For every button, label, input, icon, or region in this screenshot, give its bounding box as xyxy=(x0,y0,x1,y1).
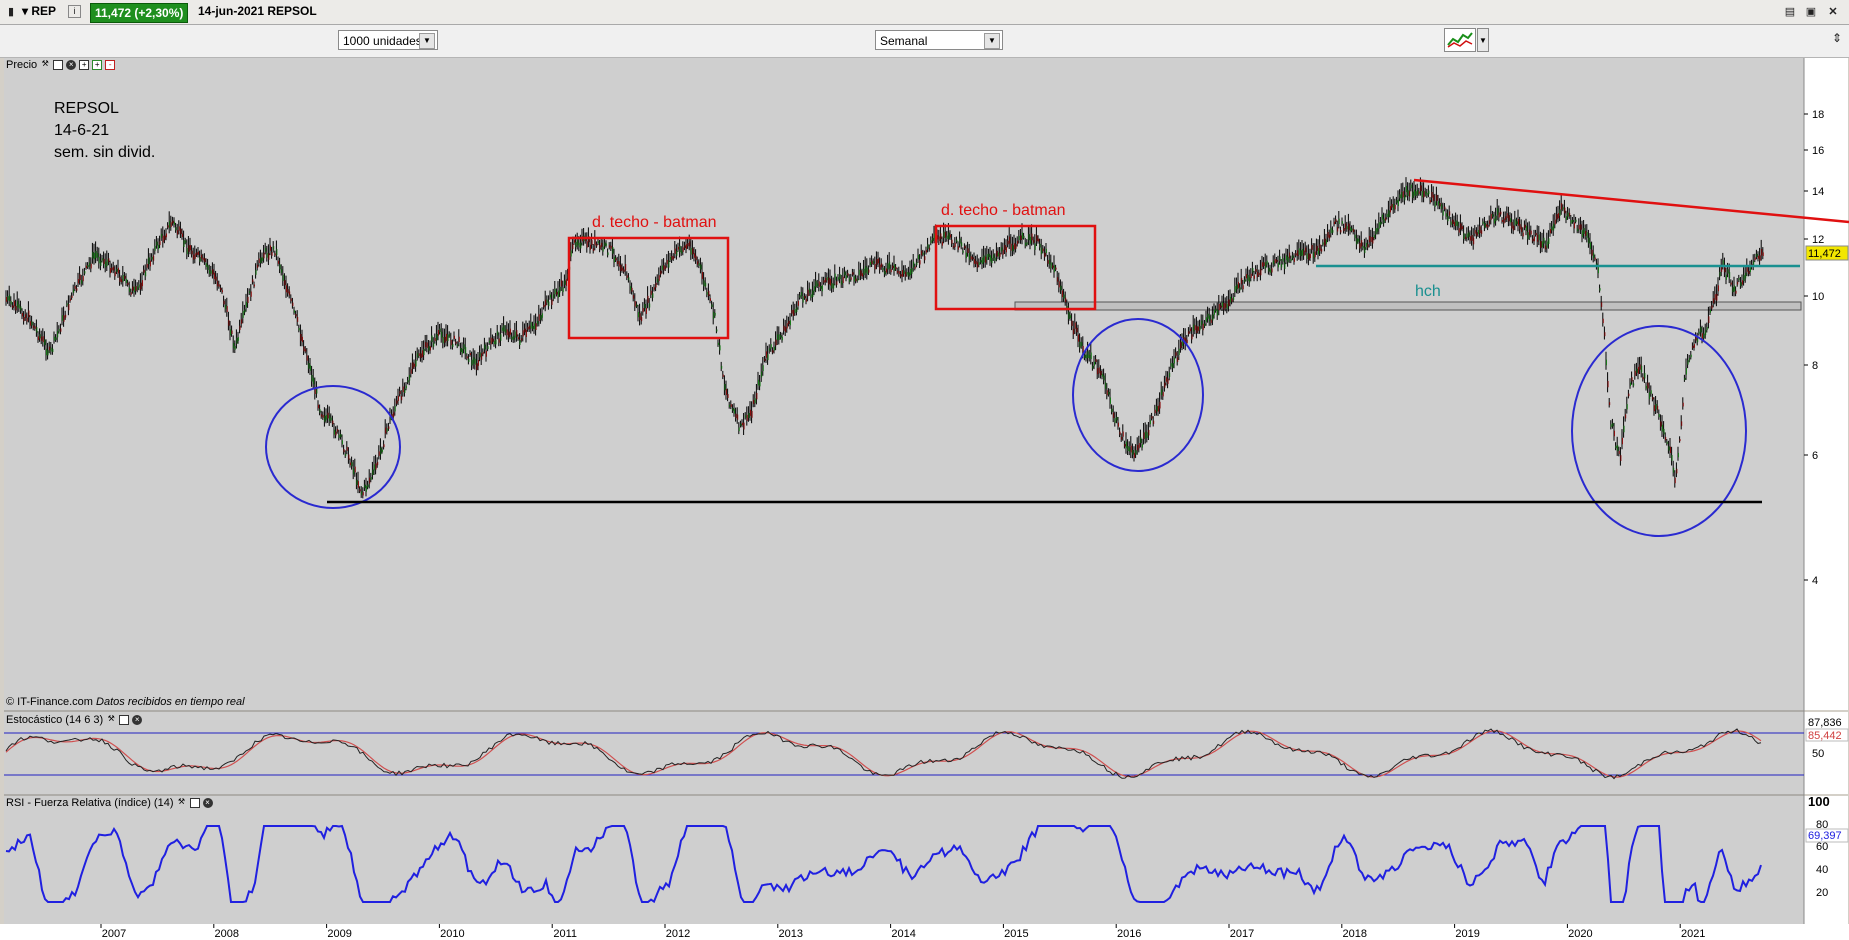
credit-text: © IT-Finance.com Datos recibidos en tiem… xyxy=(6,696,245,708)
price-tick-label: 8 xyxy=(1812,360,1818,372)
x-tick-label: 2016 xyxy=(1117,928,1141,940)
stoch-value-2: 85,442 xyxy=(1808,730,1842,742)
wrench-icon[interactable]: ⚒ xyxy=(40,60,50,70)
annotation-double-top-1: d. techo - batman xyxy=(592,214,717,231)
x-tick-label: 2014 xyxy=(891,928,915,940)
close-circle-icon[interactable]: × xyxy=(132,715,143,725)
x-tick-label: 2015 xyxy=(1004,928,1028,940)
x-tick-label: 2019 xyxy=(1455,928,1479,940)
price-panel-label: Precio xyxy=(6,59,38,71)
chart-note: REPSOL 14-6-21 sem. sin divid. xyxy=(54,98,155,164)
x-tick-label: 2010 xyxy=(440,928,464,940)
x-tick-label: 2007 xyxy=(102,928,126,940)
price-tick-label: 12 xyxy=(1812,234,1824,246)
x-tick-label: 2012 xyxy=(666,928,690,940)
stoch-panel-header: Estocástico (14 6 3) ⚒ × xyxy=(6,714,143,726)
price-axis-bg xyxy=(1804,58,1848,710)
price-tick-label: 10 xyxy=(1812,291,1824,303)
rsi-panel-label: RSI - Fuerza Relativa (índice) (14) xyxy=(6,797,174,809)
x-tick-label: 2021 xyxy=(1681,928,1705,940)
chart-area: 18 16 14 12 10 8 6 4 11,472 87,836 85,442 50 10… xyxy=(0,58,1849,940)
close-circle-icon[interactable]: × xyxy=(202,798,213,808)
wrench-icon[interactable]: ⚒ xyxy=(177,798,187,808)
price-tick-label: 4 xyxy=(1812,575,1818,587)
credit-source: © IT-Finance.com xyxy=(6,696,93,708)
price-tick-label: 6 xyxy=(1812,450,1818,462)
rsi-axis-bg xyxy=(1804,796,1848,924)
price-panel-header: Precio ⚒ × + + - xyxy=(6,59,116,71)
move-icon[interactable]: + xyxy=(79,60,90,70)
note-line-2: 14-6-21 xyxy=(54,122,110,139)
stoch-value-1: 87,836 xyxy=(1808,717,1842,729)
hch-zone xyxy=(1014,301,1802,311)
stoch-panel-label: Estocástico (14 6 3) xyxy=(6,714,104,726)
last-price-value: 11,472 xyxy=(1808,248,1841,260)
stoch-panel-bg xyxy=(4,712,1804,794)
rsi-tick-label: 60 xyxy=(1816,841,1828,853)
rsi-tick-label: 40 xyxy=(1816,864,1828,876)
window-icon[interactable] xyxy=(189,798,200,808)
x-tick-label: 2013 xyxy=(779,928,803,940)
price-panel-bg xyxy=(4,58,1804,710)
credit-realtime: Datos recibidos en tiempo real xyxy=(96,696,245,708)
x-tick-label: 2018 xyxy=(1343,928,1367,940)
note-line-3: sem. sin divid. xyxy=(54,144,156,161)
x-tick-label: 2017 xyxy=(1230,928,1254,940)
wrench-icon[interactable]: ⚒ xyxy=(106,715,116,725)
annotation-double-top-2: d. techo - batman xyxy=(941,202,1066,219)
close-circle-icon[interactable]: × xyxy=(66,60,77,70)
price-tick-label: 16 xyxy=(1812,145,1824,157)
x-tick-label: 2011 xyxy=(553,928,577,940)
rsi-tick-label: 20 xyxy=(1816,887,1828,899)
remove-indicator-icon[interactable]: - xyxy=(105,60,116,70)
rsi-tick-100: 100 xyxy=(1808,794,1830,809)
x-tick-label: 2020 xyxy=(1568,928,1592,940)
rsi-value: 69,397 xyxy=(1808,830,1842,842)
x-tick-label: 2008 xyxy=(215,928,239,940)
price-tick-label: 18 xyxy=(1812,109,1824,121)
window-icon[interactable] xyxy=(119,715,130,725)
add-indicator-icon[interactable]: + xyxy=(92,60,103,70)
window-icon[interactable] xyxy=(53,60,64,70)
note-line-1: REPSOL xyxy=(54,100,119,117)
stoch-tick-50: 50 xyxy=(1812,748,1824,760)
price-tick-label: 14 xyxy=(1812,186,1824,198)
rsi-panel-header: RSI - Fuerza Relativa (índice) (14) ⚒ × xyxy=(6,797,213,809)
annotation-hch: hch xyxy=(1415,283,1441,300)
x-tick-label: 2009 xyxy=(327,928,351,940)
